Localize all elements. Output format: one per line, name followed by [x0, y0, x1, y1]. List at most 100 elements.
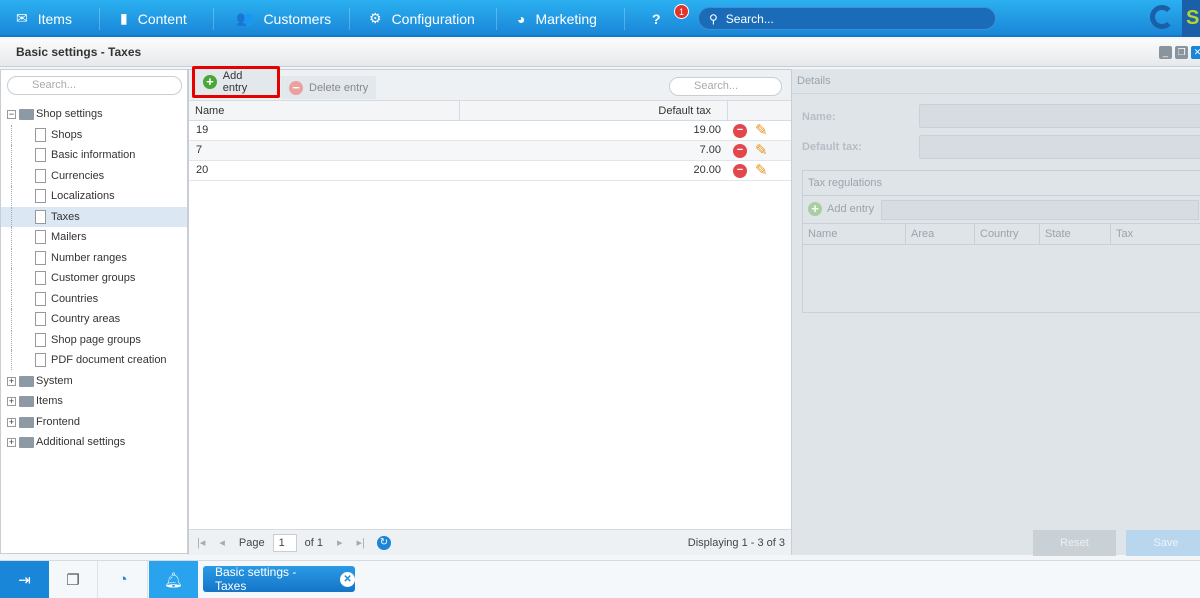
refresh-icon[interactable]: ↻ — [376, 535, 391, 550]
tree-item-items[interactable]: + Items — [1, 391, 187, 411]
help-icon[interactable]: ? — [652, 0, 661, 37]
edit-pencil-icon[interactable]: ✎ — [755, 122, 768, 139]
shopware-logo — [1150, 5, 1174, 29]
tree-item-shop-page-groups[interactable]: Shop page groups — [1, 329, 187, 350]
nav-items[interactable]: ✉ Items — [16, 0, 72, 37]
tree-item-shops[interactable]: Shops — [1, 124, 187, 145]
next-page-icon[interactable]: ▸ — [337, 536, 343, 549]
page-icon — [35, 127, 46, 142]
document-icon: ▮ — [120, 10, 128, 26]
delete-row-icon[interactable]: − — [733, 164, 747, 178]
edit-pencil-icon[interactable]: ✎ — [755, 142, 768, 159]
delete-row-icon[interactable]: − — [733, 124, 747, 138]
plus-icon: + — [203, 75, 217, 89]
add-entry-button[interactable]: + Add entry — [192, 66, 280, 98]
name-field[interactable] — [919, 104, 1200, 128]
page-icon — [35, 353, 46, 367]
page-icon — [35, 250, 46, 265]
dashboard-icon[interactable]: ◔ — [99, 561, 148, 598]
collapse-icon[interactable]: − — [7, 110, 16, 119]
tree-item-additional-settings[interactable]: + Additional settings — [1, 432, 187, 452]
regulation-column-country[interactable]: Country — [980, 228, 1019, 240]
tree-search-input[interactable]: Search... — [7, 76, 182, 95]
table-row[interactable]: 7 7.00− ✎ — [189, 141, 791, 161]
tree-item-customer-groups[interactable]: Customer groups — [1, 268, 187, 288]
windows-icon[interactable]: ❐ — [49, 561, 98, 598]
page-icon — [35, 332, 46, 347]
tree-item-currencies[interactable]: Currencies — [1, 165, 187, 186]
expand-icon[interactable]: + — [7, 376, 16, 386]
tree-item-basic-information[interactable]: Basic information — [1, 145, 187, 165]
nav-marketing[interactable]: ◕ Marketing — [517, 0, 597, 37]
first-page-icon[interactable]: |◂ — [197, 536, 205, 549]
regulation-add-entry-button[interactable]: + Add entry — [808, 202, 874, 216]
nav-configuration[interactable]: ⚙ Configuration — [369, 0, 475, 37]
delete-entry-button[interactable]: − Delete entry — [281, 76, 377, 99]
name-label: Name: — [802, 111, 836, 123]
settings-tree: Search... − Shop settings Shops Basic infor… — [0, 69, 188, 554]
tree-item-localizations[interactable]: Localizations — [1, 186, 187, 206]
task-basic-settings-taxes[interactable]: Basic settings - Taxes ✕ — [203, 565, 355, 593]
minimize-button[interactable]: _ — [1159, 46, 1172, 59]
tree-item-countries[interactable]: Countries — [1, 288, 187, 309]
close-button[interactable]: ✕ — [1191, 46, 1200, 59]
table-row[interactable]: 19 19.00− ✎ — [189, 121, 791, 141]
grid-search-input[interactable]: Search... — [669, 77, 782, 96]
regulation-column-tax[interactable]: Tax — [1116, 228, 1133, 240]
column-name[interactable]: Name — [195, 101, 224, 121]
tree-item-country-areas[interactable]: Country areas — [1, 309, 187, 329]
table-row[interactable]: 20 20.00− ✎ — [189, 161, 791, 181]
save-button[interactable]: Save — [1126, 530, 1200, 556]
page-label: Page — [238, 536, 265, 549]
reset-button[interactable]: Reset — [1033, 530, 1116, 556]
regulation-column-name[interactable]: Name — [808, 228, 837, 240]
nav-customers[interactable]: 👥 Customers — [236, 0, 331, 37]
regulation-column-area[interactable]: Area — [911, 228, 934, 240]
search-icon: ⚲ — [709, 11, 718, 26]
taskbar: ⇥ ❐ ◔ 🔔︎ Basic settings - Taxes ✕ — [0, 560, 1200, 598]
gear-icon: ⚙ — [369, 10, 382, 26]
page-input[interactable]: 1 — [272, 533, 297, 552]
display-count: Displaying 1 - 3 of 3 — [687, 536, 785, 549]
grid-toolbar: + Add entry − Delete entry Search... — [189, 66, 791, 101]
bell-icon[interactable]: 🔔︎ — [149, 561, 198, 598]
expand-icon[interactable]: + — [7, 438, 16, 447]
expand-icon[interactable]: + — [7, 397, 16, 406]
details-panel: Details Name: Default tax: Tax regulatio… — [792, 69, 1200, 556]
tree-item-taxes[interactable]: Taxes — [1, 206, 187, 227]
area-select[interactable] — [881, 200, 1199, 220]
grid-header: Name Default tax — [189, 101, 791, 121]
minus-icon: − — [289, 80, 303, 95]
global-search[interactable]: ⚲ Search... — [698, 7, 996, 30]
default-tax-field[interactable] — [919, 135, 1200, 159]
folder-icon — [19, 375, 34, 387]
maximize-button[interactable]: ❐ — [1175, 46, 1188, 59]
tax-regulations-title: Tax regulations — [803, 171, 1200, 196]
edit-pencil-icon[interactable]: ✎ — [755, 162, 768, 179]
tree-item-shop-settings[interactable]: − Shop settings — [1, 104, 187, 124]
default-tax-label: Default tax: — [802, 141, 862, 153]
nav-content[interactable]: ▮ Content — [120, 0, 187, 37]
column-default-tax[interactable]: Default tax — [658, 101, 711, 121]
tree-item-number-ranges[interactable]: Number ranges — [1, 247, 187, 268]
regulation-column-state[interactable]: State — [1045, 228, 1071, 240]
page-icon — [35, 209, 46, 224]
delete-row-icon[interactable]: − — [733, 144, 747, 158]
last-page-icon[interactable]: ▸| — [357, 536, 365, 549]
pie-chart-icon: ◕ — [517, 10, 526, 27]
logout-icon[interactable]: ⇥ — [0, 561, 49, 598]
prev-page-icon[interactable]: ◂ — [219, 536, 225, 549]
users-icon: 👥 — [236, 10, 254, 26]
tree-item-mailers[interactable]: Mailers — [1, 227, 187, 247]
page-count: of 1 — [304, 536, 323, 549]
inbox-icon: ✉ — [16, 10, 28, 26]
tree-item-pdf-document-creation[interactable]: PDF document creation — [1, 350, 187, 370]
tax-regulations-panel: Tax regulations + Add entry Name Area Count… — [802, 170, 1200, 313]
tree-item-frontend[interactable]: + Frontend — [1, 412, 187, 432]
page-icon — [35, 291, 46, 306]
top-navigation: ✉ Items ▮ Content 👥 Customers ⚙ Configuratio… — [0, 0, 1200, 37]
tree-item-system[interactable]: + System — [1, 371, 187, 391]
plus-icon: + — [808, 202, 822, 216]
expand-icon[interactable]: + — [7, 417, 16, 427]
close-task-icon[interactable]: ✕ — [340, 571, 355, 587]
